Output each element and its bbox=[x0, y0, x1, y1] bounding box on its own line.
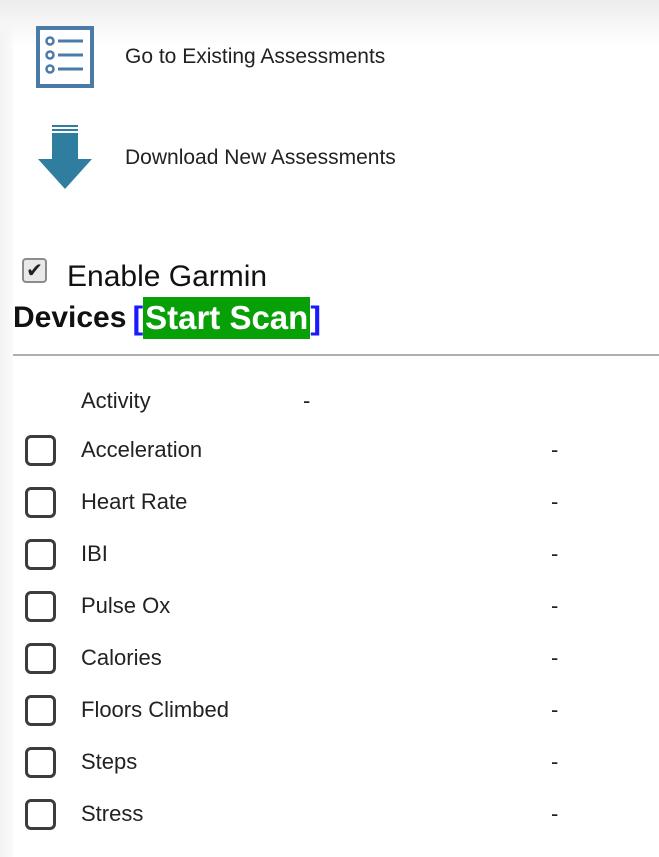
ibi-value: - bbox=[551, 541, 559, 566]
calories-value: - bbox=[551, 645, 559, 670]
start-scan-button[interactable]: Start Scan bbox=[143, 297, 311, 339]
divider bbox=[13, 354, 659, 356]
bracket-close: ] bbox=[310, 299, 321, 336]
enable-garmin-label: Enable Garmin bbox=[67, 260, 268, 293]
pulse-ox-label: Pulse Ox bbox=[81, 593, 171, 618]
calories-label: Calories bbox=[81, 645, 162, 670]
acceleration-value: - bbox=[551, 437, 559, 462]
activity-value: - bbox=[303, 388, 311, 413]
sensor-row-acceleration: Acceleration - bbox=[24, 435, 644, 469]
steps-checkbox[interactable] bbox=[25, 747, 56, 778]
pulse-ox-value: - bbox=[551, 593, 559, 618]
floors-climbed-value: - bbox=[551, 697, 559, 722]
existing-assessments-label: Go to Existing Assessments bbox=[125, 45, 386, 68]
enable-garmin-checkbox[interactable]: ✔ bbox=[22, 258, 47, 283]
stress-label: Stress bbox=[81, 801, 144, 826]
sensor-row-steps: Steps - bbox=[24, 747, 644, 781]
sensor-row-heart-rate: Heart Rate - bbox=[24, 487, 644, 521]
stress-checkbox[interactable] bbox=[25, 799, 56, 830]
devices-title: Devices bbox=[13, 301, 127, 334]
sensor-row-pulse-ox: Pulse Ox - bbox=[24, 591, 644, 625]
ibi-checkbox[interactable] bbox=[25, 539, 56, 570]
heart-rate-value: - bbox=[551, 489, 559, 514]
enable-garmin-row: ✔ Enable Garmin bbox=[22, 258, 267, 293]
acceleration-checkbox[interactable] bbox=[25, 435, 56, 466]
sensor-row-floors-climbed: Floors Climbed - bbox=[24, 695, 644, 729]
sensor-row-stress: Stress - bbox=[24, 799, 644, 833]
heart-rate-checkbox[interactable] bbox=[25, 487, 56, 518]
steps-label: Steps bbox=[81, 749, 138, 774]
steps-value: - bbox=[551, 749, 559, 774]
calories-checkbox[interactable] bbox=[25, 643, 56, 674]
floors-climbed-checkbox[interactable] bbox=[25, 695, 56, 726]
download-arrow-icon bbox=[30, 123, 100, 193]
sensor-row-calories: Calories - bbox=[24, 643, 644, 677]
checkmark-icon: ✔ bbox=[26, 259, 43, 282]
bracket-open: [ bbox=[132, 299, 144, 336]
ibi-label: IBI bbox=[81, 541, 108, 566]
download-assessments-label: Download New Assessments bbox=[125, 146, 396, 169]
existing-assessments-button[interactable]: Go to Existing Assessments bbox=[30, 22, 385, 92]
left-rail bbox=[0, 0, 13, 857]
pulse-ox-checkbox[interactable] bbox=[25, 591, 56, 622]
stress-value: - bbox=[551, 801, 559, 826]
devices-heading: Devices [ Start Scan ] bbox=[13, 296, 321, 340]
activity-label: Activity bbox=[81, 388, 151, 413]
acceleration-label: Acceleration bbox=[81, 437, 203, 462]
heart-rate-label: Heart Rate bbox=[81, 489, 188, 514]
floors-climbed-label: Floors Climbed bbox=[81, 697, 229, 722]
sensor-row-ibi: IBI - bbox=[24, 539, 644, 573]
list-icon bbox=[30, 22, 100, 92]
download-assessments-button[interactable]: Download New Assessments bbox=[30, 123, 396, 193]
